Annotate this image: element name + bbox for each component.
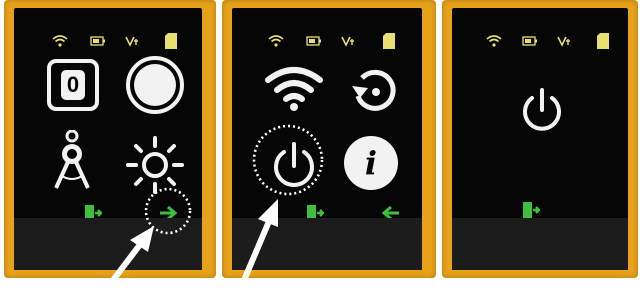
reset-icon[interactable] <box>348 64 400 116</box>
info-glyph: i <box>364 144 378 182</box>
device-panel-3 <box>442 0 638 278</box>
compass-divider-icon[interactable] <box>52 130 92 192</box>
wifi-large-icon[interactable] <box>264 64 324 112</box>
info-icon[interactable]: i <box>344 136 398 190</box>
status-bar <box>232 33 422 56</box>
power-icon[interactable] <box>518 86 566 136</box>
battery-icon <box>306 36 321 46</box>
exit-icon[interactable] <box>522 200 540 220</box>
sd-card-icon <box>383 33 395 49</box>
sd-card-icon <box>165 33 177 49</box>
counter-value: 0 <box>66 72 80 97</box>
wifi-icon <box>268 35 284 47</box>
screen-bezel <box>452 218 628 270</box>
wifi-icon <box>52 35 68 47</box>
record-circle-icon[interactable] <box>124 54 186 116</box>
pointer-arrow-2 <box>233 199 278 302</box>
pointer-arrow-1 <box>95 226 154 303</box>
sd-card-icon <box>597 33 609 49</box>
status-bar <box>452 33 628 56</box>
bluetooth-icon <box>557 36 570 47</box>
bluetooth-icon <box>125 36 138 47</box>
battery-icon <box>522 36 537 46</box>
status-bar <box>14 33 202 56</box>
battery-icon <box>90 36 105 46</box>
bluetooth-icon <box>341 36 354 47</box>
counter-icon[interactable]: 0 <box>46 58 100 112</box>
highlight-ring-power <box>252 124 324 196</box>
device-screens-figure: 0 i <box>0 0 642 303</box>
device-screen-3 <box>452 8 628 270</box>
wifi-icon <box>486 35 502 47</box>
